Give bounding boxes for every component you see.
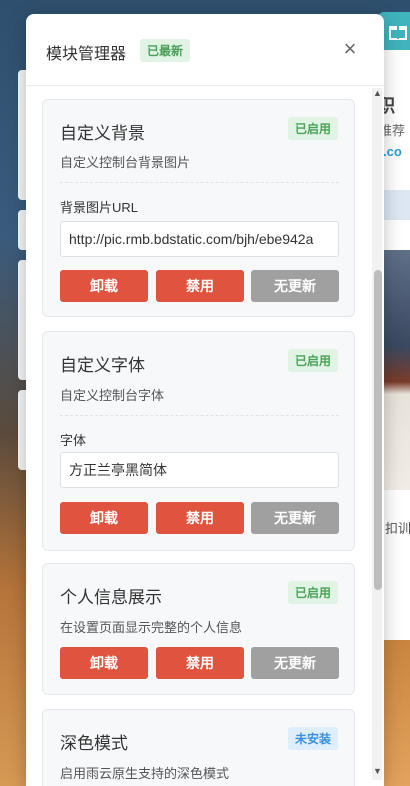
module-description: 自定义控制台背景图片 — [60, 155, 191, 170]
module-description: 自定义控制台字体 — [60, 388, 165, 403]
disable-button[interactable]: 禁用 — [156, 647, 244, 679]
status-badge: 已启用 — [287, 117, 338, 140]
action-buttons: 卸载 禁用 无更新 — [60, 647, 339, 679]
module-card-custom-background: 自定义背景 已启用 自定义控制台背景图片 背景图片URL 卸载 禁用 无更新 — [42, 99, 355, 317]
action-buttons: 卸载 禁用 无更新 — [60, 270, 339, 302]
no-update-button[interactable]: 无更新 — [251, 502, 339, 534]
uninstall-button[interactable]: 卸载 — [60, 647, 148, 679]
status-badge: 已启用 — [287, 581, 338, 604]
no-update-button[interactable]: 无更新 — [251, 647, 339, 679]
disable-button[interactable]: 禁用 — [156, 270, 244, 302]
divider — [60, 415, 339, 416]
up-to-date-badge: 已最新 — [140, 39, 191, 62]
background-text: 扣训 — [385, 521, 410, 536]
gift-icon — [389, 26, 407, 40]
background-link[interactable]: .co — [383, 144, 402, 159]
module-card-dark-mode: 深色模式 未安装 启用雨云原生支持的深色模式 — [42, 709, 355, 786]
uninstall-button[interactable]: 卸载 — [60, 270, 148, 302]
uninstall-button[interactable]: 卸载 — [60, 502, 148, 534]
close-icon[interactable]: × — [340, 36, 360, 62]
font-input[interactable] — [60, 452, 339, 488]
module-title: 自定义字体 — [60, 356, 145, 375]
field-label: 字体 — [60, 433, 87, 448]
no-update-button[interactable]: 无更新 — [251, 270, 339, 302]
status-badge: 未安装 — [287, 727, 338, 750]
action-buttons: 卸载 禁用 无更新 — [60, 502, 339, 534]
divider — [60, 182, 339, 183]
dialog-header: 模块管理器 已最新 × — [26, 14, 384, 86]
module-list: 自定义背景 已启用 自定义控制台背景图片 背景图片URL 卸载 禁用 无更新 自… — [26, 87, 384, 786]
field-label: 背景图片URL — [60, 200, 139, 215]
scroll-down-arrow-icon[interactable]: ▼ — [373, 766, 382, 776]
module-title: 深色模式 — [60, 734, 128, 753]
module-title: 个人信息展示 — [60, 588, 162, 607]
module-description: 启用雨云原生支持的深色模式 — [60, 766, 230, 781]
module-description: 在设置页面显示完整的个人信息 — [60, 620, 243, 635]
status-badge: 已启用 — [287, 349, 338, 372]
background-url-input[interactable] — [60, 221, 339, 257]
scroll-up-arrow-icon[interactable]: ▲ — [373, 88, 382, 98]
module-card-custom-font: 自定义字体 已启用 自定义控制台字体 字体 卸载 禁用 无更新 — [42, 331, 355, 551]
scrollbar-thumb[interactable] — [374, 270, 382, 590]
module-title: 自定义背景 — [60, 124, 145, 143]
module-manager-dialog: 模块管理器 已最新 × 自定义背景 已启用 自定义控制台背景图片 背景图片URL… — [26, 14, 384, 786]
dialog-title: 模块管理器 — [46, 46, 127, 63]
disable-button[interactable]: 禁用 — [156, 502, 244, 534]
module-card-profile-display: 个人信息展示 已启用 在设置页面显示完整的个人信息 卸载 禁用 无更新 — [42, 563, 355, 695]
